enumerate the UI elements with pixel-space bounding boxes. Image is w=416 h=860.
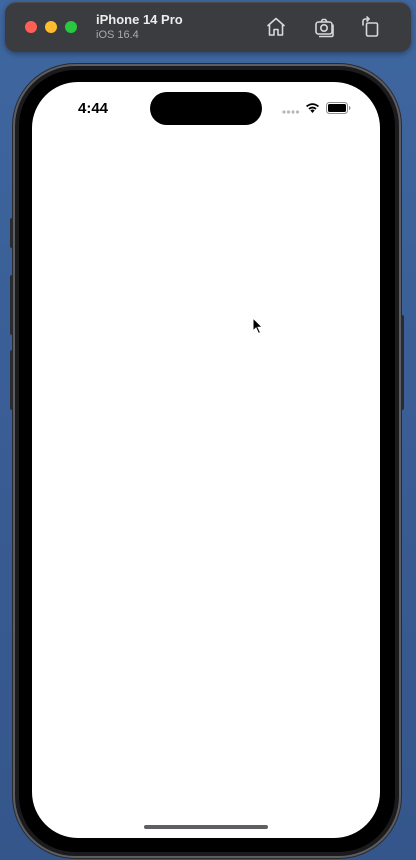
home-button[interactable] bbox=[264, 15, 288, 39]
rotate-icon bbox=[359, 15, 383, 39]
screenshot-button[interactable] bbox=[313, 15, 337, 39]
home-indicator[interactable] bbox=[144, 825, 268, 829]
window-maximize-button[interactable] bbox=[65, 21, 77, 33]
status-bar-time: 4:44 bbox=[78, 100, 109, 117]
cellular-signal-icon bbox=[282, 110, 300, 114]
wifi-icon bbox=[305, 101, 320, 113]
rotate-button[interactable] bbox=[359, 15, 383, 39]
home-icon bbox=[264, 15, 288, 39]
battery-icon bbox=[326, 101, 351, 114]
os-version: iOS 16.4 bbox=[96, 29, 139, 41]
screenshot-icon bbox=[313, 15, 337, 39]
window-minimize-button[interactable] bbox=[45, 21, 57, 33]
device-name: iPhone 14 Pro bbox=[96, 12, 183, 27]
side-power-button[interactable] bbox=[399, 315, 404, 410]
dynamic-island bbox=[150, 92, 262, 125]
mouse-pointer-icon bbox=[252, 316, 264, 335]
device-screen[interactable]: 4:44 bbox=[32, 82, 380, 838]
simulator-toolbar: iPhone 14 Pro iOS 16.4 bbox=[5, 2, 411, 52]
window-close-button[interactable] bbox=[25, 21, 37, 33]
